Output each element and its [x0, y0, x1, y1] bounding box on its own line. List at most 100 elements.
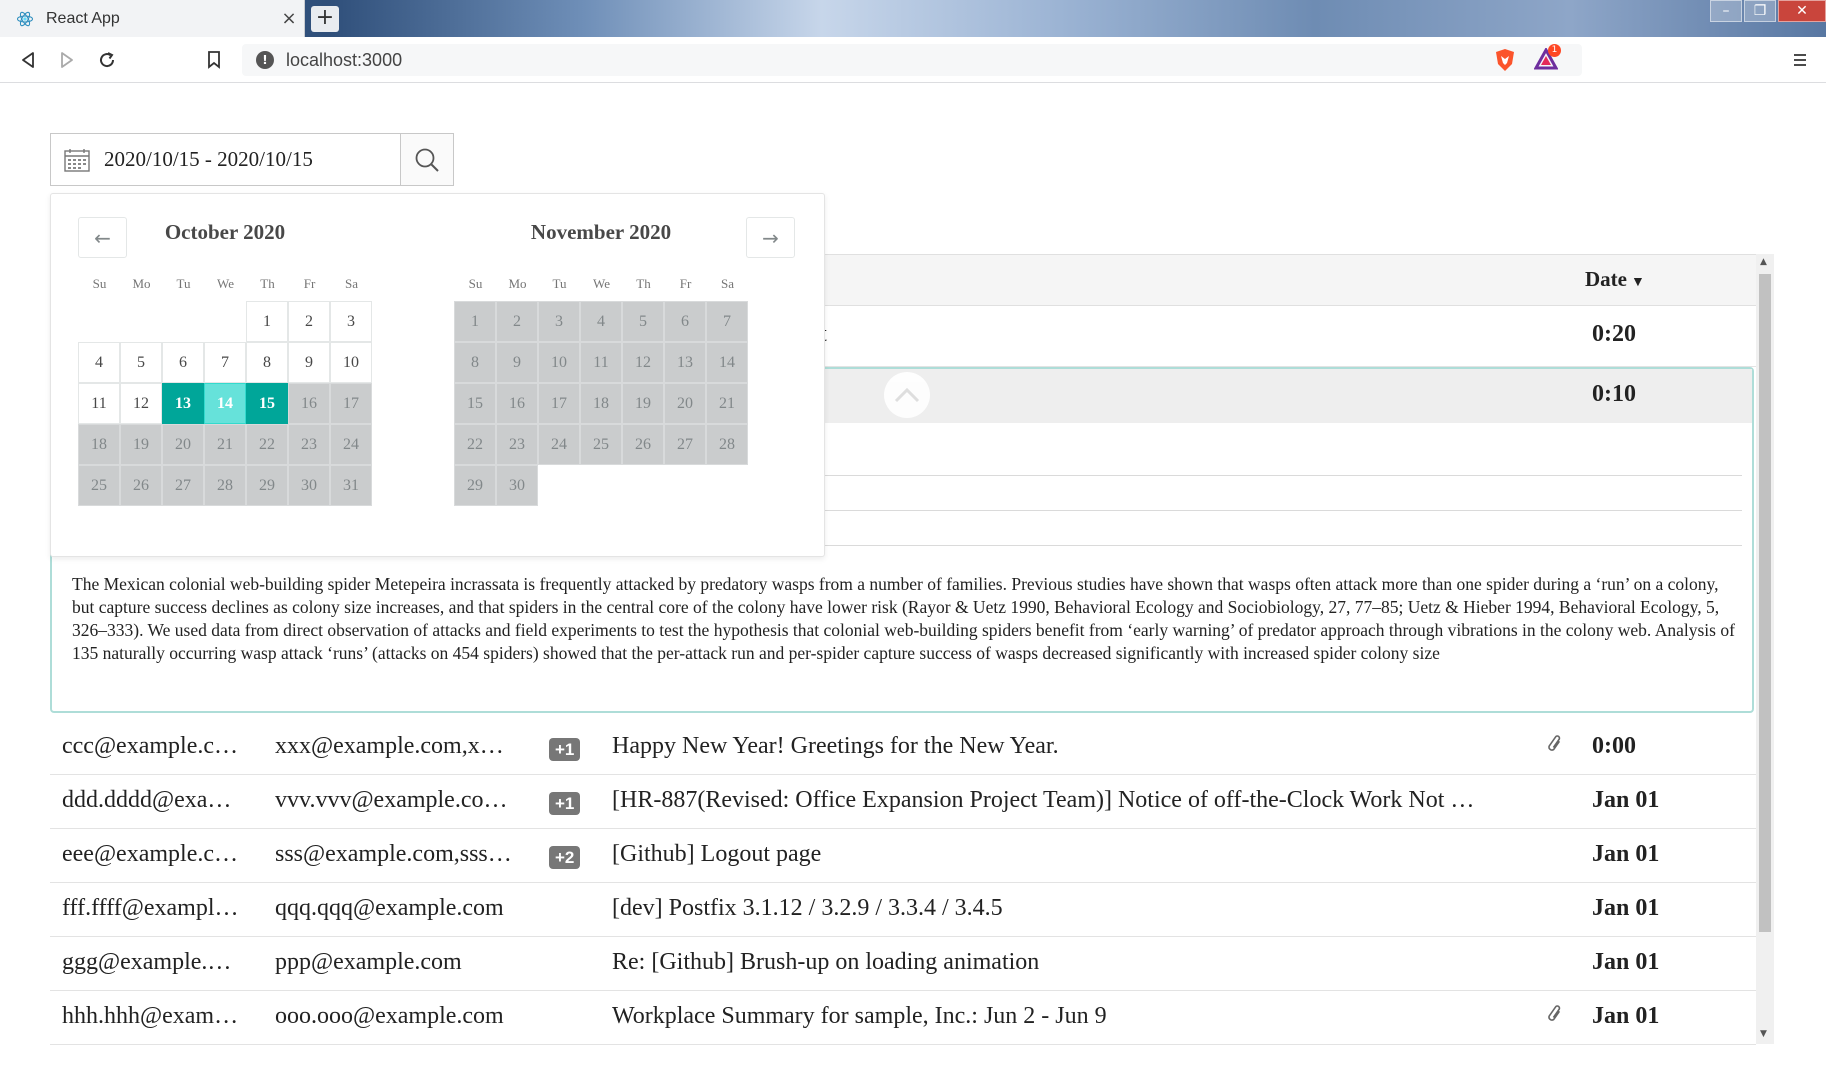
table-row[interactable]: ddd.dddd@exa… vvv.vvv@example.co… +1 [HR-88… — [50, 775, 1756, 829]
menu-button[interactable] — [1786, 46, 1814, 74]
calendar-day: 3 — [538, 301, 580, 342]
calendar-day: 20 — [664, 383, 706, 424]
expanded-date: 0:10 — [1592, 381, 1636, 407]
calendar-day[interactable]: 10 — [330, 342, 372, 383]
attachment-icon — [1546, 734, 1566, 763]
calendar-day: 10 — [538, 342, 580, 383]
calendar-day: 23 — [288, 424, 330, 465]
date-range-search: 2020/10/15 - 2020/10/15 — [50, 133, 454, 186]
sort-desc-icon: ▼ — [1630, 275, 1645, 290]
calendar-day: 19 — [622, 383, 664, 424]
browser-tab[interactable]: React App × — [0, 0, 305, 37]
brave-shields-icon[interactable] — [1494, 48, 1516, 72]
calendar-day: 25 — [580, 424, 622, 465]
row-date: Jan 01 — [1592, 787, 1660, 813]
date-header-label: Date — [1585, 267, 1627, 291]
recipient-count-badge: +1 — [549, 738, 581, 761]
table-row[interactable]: hhh.hhh@exam… ooo.ooo@example.com Workplac… — [50, 991, 1756, 1045]
calendar-day[interactable]: 7 — [204, 342, 246, 383]
calendar-day: 14 — [706, 342, 748, 383]
next-month-button[interactable]: → — [746, 217, 795, 258]
row-to: ppp@example.com — [275, 949, 462, 975]
rewards-badge: 1 — [1548, 44, 1561, 57]
calendar-day[interactable]: 2 — [288, 301, 330, 342]
calendar-day: 26 — [120, 465, 162, 506]
collapse-button[interactable] — [884, 372, 930, 418]
scroll-down-icon[interactable]: ▼ — [1760, 1029, 1767, 1039]
table-row[interactable]: ggg@example.… ppp@example.com Re: [Github]… — [50, 937, 1756, 991]
calendar-day: 18 — [78, 424, 120, 465]
calendar-day[interactable]: 15 — [246, 383, 288, 424]
calendar-day[interactable]: 1 — [246, 301, 288, 342]
calendar-day[interactable]: 9 — [288, 342, 330, 383]
scroll-thumb[interactable] — [1759, 274, 1771, 932]
calendar-day: 17 — [538, 383, 580, 424]
back-icon — [22, 52, 34, 68]
hamburger-icon — [1794, 54, 1806, 66]
back-button[interactable] — [14, 46, 42, 74]
date-picker-popup: ← → October 2020 November 2020 Su Mo Tu We T… — [50, 193, 825, 557]
brave-rewards-button[interactable]: 1 — [1533, 44, 1561, 72]
calendar-day: 19 — [120, 424, 162, 465]
row-subject: [dev] Postfix 3.1.12 / 3.2.9 / 3.3.4 / 3… — [612, 895, 1003, 921]
recipient-count-badge: +1 — [549, 792, 581, 815]
calendar-day: 12 — [622, 342, 664, 383]
tab-close-icon[interactable]: × — [274, 8, 304, 29]
calendar-day: 17 — [330, 383, 372, 424]
calendar-day[interactable]: 12 — [120, 383, 162, 424]
calendar-day[interactable]: 3 — [330, 301, 372, 342]
month-title-november: November 2020 — [530, 220, 672, 244]
row-to: qqq.qqq@example.com — [275, 895, 504, 921]
row-date: 0:20 — [1592, 321, 1636, 347]
calendar-day: 16 — [496, 383, 538, 424]
recipient-count-badge: +2 — [549, 846, 581, 869]
table-row[interactable]: ccc@example.c… xxx@example.com,x… +1 Happy … — [50, 721, 1756, 775]
reload-button[interactable] — [93, 46, 121, 74]
maximize-button[interactable]: ❐ — [1744, 0, 1776, 22]
date-column-header[interactable]: Date ▼ — [1585, 267, 1645, 292]
forward-button[interactable] — [53, 46, 81, 74]
site-info-icon[interactable]: ! — [256, 51, 274, 69]
calendar-day: 13 — [664, 342, 706, 383]
calendar-day: 22 — [454, 424, 496, 465]
row-subject: Re: [Github] Brush-up on loading animati… — [612, 949, 1040, 975]
row-from: ccc@example.c… — [62, 733, 239, 759]
calendar-day[interactable]: 5 — [120, 342, 162, 383]
calendar-day[interactable]: 14 — [204, 383, 246, 424]
bookmark-icon — [208, 51, 220, 69]
calendar-day: 9 — [496, 342, 538, 383]
calendar-day[interactable]: 13 — [162, 383, 204, 424]
table-row[interactable]: fff.ffff@exampl… qqq.qqq@example.com [dev]… — [50, 883, 1756, 937]
calendar-day[interactable]: 4 — [78, 342, 120, 383]
calendar-day[interactable]: 8 — [246, 342, 288, 383]
calendar-day: 15 — [454, 383, 496, 424]
calendar-day: 2 — [496, 301, 538, 342]
calendar-day: 27 — [162, 465, 204, 506]
calendar-day: 4 — [580, 301, 622, 342]
calendar-day: 18 — [580, 383, 622, 424]
row-date: Jan 01 — [1592, 949, 1660, 975]
bookmark-button[interactable] — [200, 46, 228, 74]
calendar-day[interactable]: 6 — [162, 342, 204, 383]
window-controls: – ❐ ✕ — [1708, 0, 1826, 24]
calendar-day[interactable]: 11 — [78, 383, 120, 424]
calendar-day: 28 — [204, 465, 246, 506]
calendar-day: 29 — [454, 465, 496, 506]
react-icon — [16, 11, 34, 26]
vertical-scrollbar[interactable]: ▲ ▼ — [1756, 254, 1774, 1044]
row-to: sss@example.com,sss… — [275, 841, 512, 867]
calendar-icon — [64, 148, 90, 172]
url-text: localhost:3000 — [286, 49, 403, 70]
row-to: vvv.vvv@example.co… — [275, 787, 508, 813]
address-bar[interactable]: ! localhost:3000 — [242, 44, 1582, 76]
table-row[interactable]: eee@example.c… sss@example.com,sss… +2 [Git… — [50, 829, 1756, 883]
date-range-input[interactable]: 2020/10/15 - 2020/10/15 — [51, 134, 400, 185]
new-tab-button[interactable]: + — [311, 6, 339, 32]
tab-title: React App — [46, 9, 120, 27]
row-date: Jan 01 — [1592, 895, 1660, 921]
close-window-button[interactable]: ✕ — [1778, 0, 1826, 22]
scroll-up-icon[interactable]: ▲ — [1760, 257, 1767, 267]
calendar-day: 7 — [706, 301, 748, 342]
minimize-button[interactable]: – — [1710, 0, 1742, 22]
search-button[interactable] — [400, 134, 453, 185]
